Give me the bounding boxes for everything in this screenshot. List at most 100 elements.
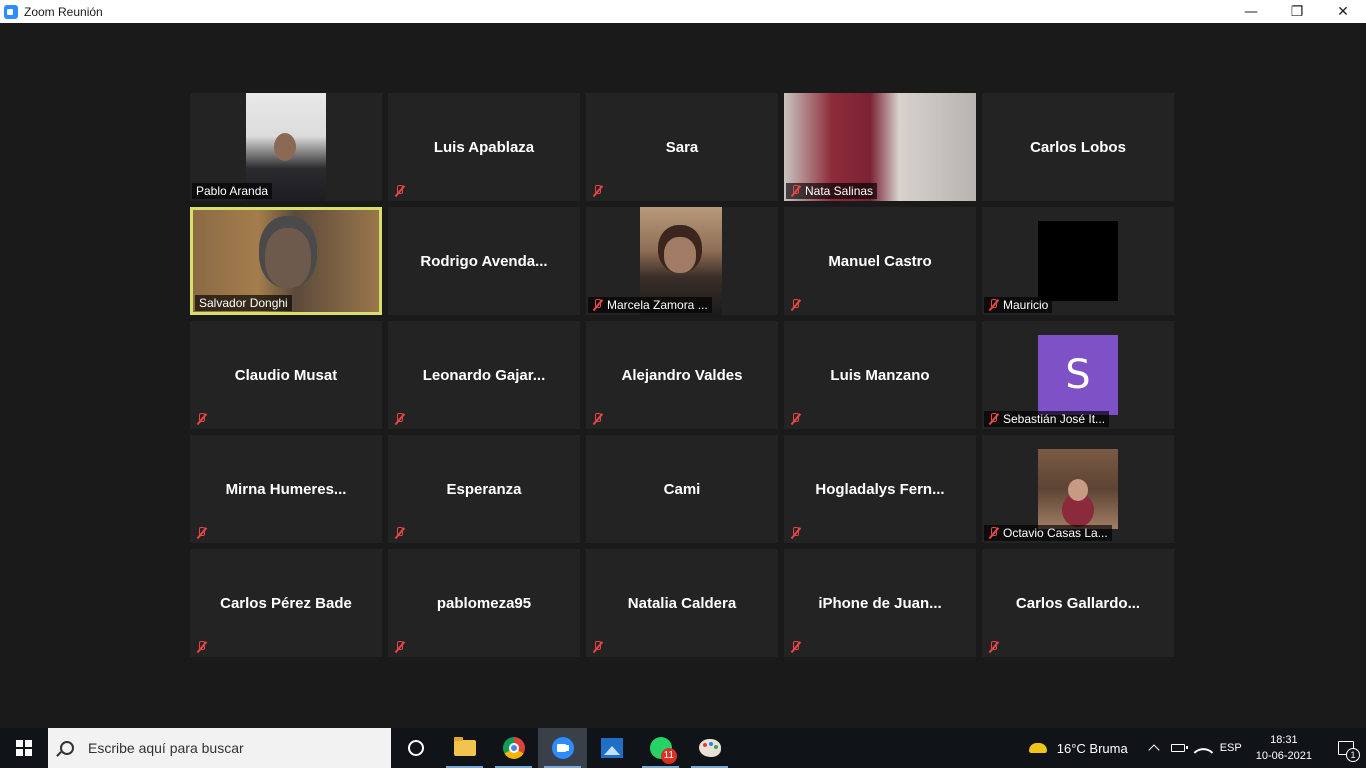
windows-logo-icon xyxy=(16,740,32,756)
muted-mic-icon xyxy=(394,641,405,653)
cortana-circle-icon xyxy=(407,740,424,756)
clock-date: 10-06-2021 xyxy=(1255,750,1312,762)
language-indicator[interactable]: ESP xyxy=(1220,742,1242,754)
minimize-button[interactable]: — xyxy=(1228,0,1274,23)
participant-label: Mauricio xyxy=(984,297,1053,313)
wifi-icon xyxy=(1193,742,1214,763)
muted-mic-icon xyxy=(988,641,999,653)
participant-tile[interactable]: Claudio Musat xyxy=(190,321,382,429)
paint-button[interactable] xyxy=(685,728,734,768)
participant-name: Manuel Castro xyxy=(828,253,932,270)
window-controls: — ❐ ✕ xyxy=(1228,0,1366,23)
show-hidden-icons-button[interactable] xyxy=(1142,728,1166,768)
participant-name: Nata Salinas xyxy=(805,184,874,198)
participant-tile[interactable]: Rodrigo Avenda... xyxy=(388,207,580,315)
search-input[interactable] xyxy=(88,740,378,756)
participant-tile[interactable]: Alejandro Valdes xyxy=(586,321,778,429)
participant-tile[interactable]: Pablo Aranda xyxy=(190,93,382,201)
restore-button[interactable]: ❐ xyxy=(1274,0,1320,23)
file-explorer-button[interactable] xyxy=(440,728,489,768)
muted-mic-icon xyxy=(790,299,801,311)
zoom-icon xyxy=(551,737,574,759)
participant-name: Mauricio xyxy=(1003,298,1049,312)
participant-tile[interactable]: Luis Apablaza xyxy=(388,93,580,201)
active-speaker-tile[interactable]: Salvador Donghi xyxy=(190,207,382,315)
participant-tile[interactable]: Carlos Pérez Bade xyxy=(190,549,382,657)
participant-tile[interactable]: S Sebastián José It... xyxy=(982,321,1174,429)
chrome-icon xyxy=(502,737,525,759)
participant-tile[interactable]: Luis Manzano xyxy=(784,321,976,429)
muted-mic-icon xyxy=(394,527,405,539)
participant-name: Leonardo Gajar... xyxy=(422,367,546,384)
participant-tile[interactable]: pablomeza95 xyxy=(388,549,580,657)
muted-mic-icon xyxy=(790,641,801,653)
gallery-grid: Pablo Aranda Luis Apablaza Sara Nata Sal… xyxy=(190,93,1174,657)
participant-tile[interactable]: Hogladalys Fern... xyxy=(784,435,976,543)
participant-name: Salvador Donghi xyxy=(199,296,288,310)
participant-tile[interactable]: Cami xyxy=(586,435,778,543)
network-button[interactable] xyxy=(1190,728,1214,768)
whatsapp-button[interactable]: 11 xyxy=(636,728,685,768)
participant-tile[interactable]: iPhone de Juan... xyxy=(784,549,976,657)
participant-tile[interactable]: Carlos Gallardo... xyxy=(982,549,1174,657)
participant-tile[interactable]: Manuel Castro xyxy=(784,207,976,315)
participant-tile[interactable]: Marcela Zamora ... xyxy=(586,207,778,315)
action-center-button[interactable]: 1 xyxy=(1326,728,1366,768)
participant-name: Hogladalys Fern... xyxy=(815,481,945,498)
photos-button[interactable] xyxy=(587,728,636,768)
participant-name: Sebastián José It... xyxy=(1003,412,1106,426)
avatar: S xyxy=(1038,335,1118,415)
muted-mic-icon xyxy=(988,299,999,311)
participant-tile[interactable]: Nata Salinas xyxy=(784,93,976,201)
participant-tile[interactable]: Mirna Humeres... xyxy=(190,435,382,543)
close-button[interactable]: ✕ xyxy=(1320,0,1366,23)
muted-mic-icon xyxy=(790,185,801,197)
participant-tile[interactable]: Octavio Casas La... xyxy=(982,435,1174,543)
system-tray: 16°C Bruma ESP 18:31 10-06-2021 1 xyxy=(1028,728,1366,768)
participant-label: Nata Salinas xyxy=(786,183,878,199)
participant-tile[interactable]: Natalia Caldera xyxy=(586,549,778,657)
participant-tile[interactable]: Mauricio xyxy=(982,207,1174,315)
muted-mic-icon xyxy=(790,413,801,425)
participant-name: Cami xyxy=(663,481,701,498)
taskbar-search[interactable] xyxy=(48,728,391,768)
participant-name: pablomeza95 xyxy=(436,595,532,612)
participant-label: Salvador Donghi xyxy=(195,295,292,311)
participant-label: Marcela Zamora ... xyxy=(588,297,712,313)
participant-tile[interactable]: Carlos Lobos xyxy=(982,93,1174,201)
battery-icon xyxy=(1170,744,1188,752)
participant-name: Carlos Lobos xyxy=(1030,139,1126,156)
participant-name: Pablo Aranda xyxy=(196,184,269,198)
participant-name: Octavio Casas La... xyxy=(1003,526,1108,540)
task-view-button[interactable] xyxy=(391,728,440,768)
participant-name: Mirna Humeres... xyxy=(225,481,347,498)
participant-video xyxy=(1038,221,1118,301)
muted-mic-icon xyxy=(790,527,801,539)
zoom-taskbar-button[interactable] xyxy=(538,728,587,768)
window-title: Zoom Reunión xyxy=(24,4,103,19)
paint-palette-icon xyxy=(698,739,721,757)
clock[interactable]: 18:31 10-06-2021 xyxy=(1256,732,1312,764)
participant-name: Esperanza xyxy=(446,481,522,498)
meeting-stage: Pablo Aranda Luis Apablaza Sara Nata Sal… xyxy=(0,23,1366,728)
clock-time: 18:31 xyxy=(1270,734,1298,746)
participant-name: Marcela Zamora ... xyxy=(607,298,708,312)
muted-mic-icon xyxy=(592,413,603,425)
participant-tile[interactable]: Sara xyxy=(586,93,778,201)
participant-tile[interactable]: Esperanza xyxy=(388,435,580,543)
title-bar: Zoom Reunión — ❐ ✕ xyxy=(0,0,1366,23)
start-button[interactable] xyxy=(0,728,48,768)
taskbar: 11 16°C Bruma ESP 18:31 10-06-2021 1 xyxy=(0,728,1366,768)
participant-label: Octavio Casas La... xyxy=(984,525,1112,541)
participant-name: Rodrigo Avenda... xyxy=(420,253,548,270)
search-icon xyxy=(60,741,74,755)
muted-mic-icon xyxy=(394,185,405,197)
weather-widget[interactable]: 16°C Bruma xyxy=(1028,740,1128,756)
folder-icon xyxy=(453,737,476,756)
participant-name: Alejandro Valdes xyxy=(621,367,743,384)
chrome-button[interactable] xyxy=(489,728,538,768)
participant-tile[interactable]: Leonardo Gajar... xyxy=(388,321,580,429)
muted-mic-icon xyxy=(196,527,207,539)
weather-text: 16°C Bruma xyxy=(1056,740,1128,756)
battery-button[interactable] xyxy=(1166,728,1190,768)
